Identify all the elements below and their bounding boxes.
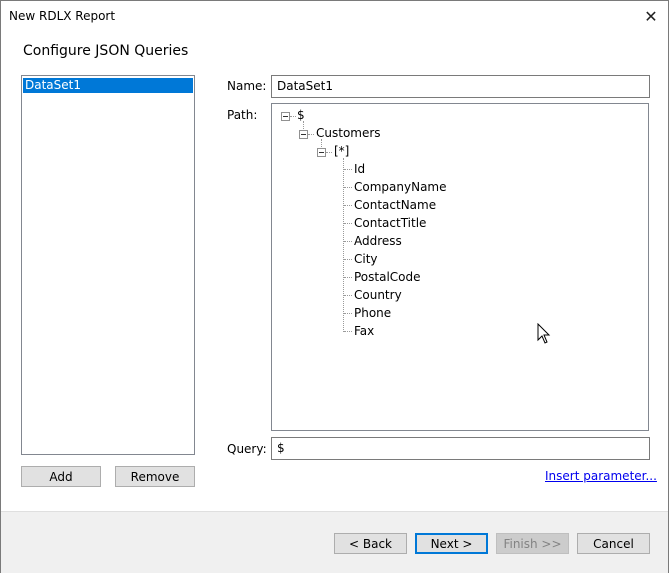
title-bar: New RDLX Report ✕ — [1, 1, 668, 31]
collapse-icon[interactable] — [317, 148, 326, 157]
tree-node-array[interactable]: [*] — [334, 144, 349, 158]
remove-button[interactable]: Remove — [115, 466, 195, 487]
tree-node-root[interactable]: $ — [297, 108, 305, 122]
tree-connector — [343, 158, 344, 332]
mouse-cursor-icon — [537, 323, 551, 344]
tree-node-field[interactable]: PostalCode — [354, 270, 421, 284]
dialog-window: New RDLX Report ✕ Configure JSON Queries… — [0, 0, 669, 573]
window-title: New RDLX Report — [9, 9, 116, 23]
tree-connector — [344, 277, 352, 278]
tree-connector — [344, 259, 352, 260]
tree-connector — [344, 205, 352, 206]
page-heading: Configure JSON Queries — [23, 43, 189, 59]
tree-node-field[interactable]: Address — [354, 234, 402, 248]
insert-parameter-link[interactable]: Insert parameter... — [545, 469, 657, 483]
query-input[interactable]: $ — [271, 437, 650, 460]
query-label: Query: — [227, 442, 267, 456]
tree-node-customers[interactable]: Customers — [316, 126, 381, 140]
collapse-icon[interactable] — [281, 112, 290, 121]
tree-connector — [290, 116, 296, 117]
finish-button: Finish >> — [496, 533, 569, 554]
close-icon: ✕ — [644, 6, 658, 26]
tree-connector — [344, 295, 352, 296]
tree-node-field[interactable]: ContactName — [354, 198, 436, 212]
tree-connector — [326, 152, 332, 153]
next-button[interactable]: Next > — [415, 533, 488, 554]
dataset-list[interactable]: DataSet1 — [21, 75, 195, 455]
name-label: Name: — [227, 79, 267, 93]
tree-connector — [344, 331, 352, 332]
tree-connector — [344, 241, 352, 242]
tree-node-field[interactable]: Phone — [354, 306, 391, 320]
name-input[interactable]: DataSet1 — [271, 75, 650, 98]
tree-node-field[interactable]: ContactTitle — [354, 216, 426, 230]
path-label: Path: — [227, 108, 258, 122]
tree-node-field[interactable]: Id — [354, 162, 365, 176]
tree-connector — [344, 313, 352, 314]
collapse-icon[interactable] — [299, 130, 308, 139]
tree-connector — [308, 134, 314, 135]
close-button[interactable]: ✕ — [634, 1, 668, 31]
tree-connector — [344, 187, 352, 188]
tree-node-field[interactable]: Country — [354, 288, 402, 302]
cancel-button[interactable]: Cancel — [577, 533, 650, 554]
path-tree[interactable]: $ Customers [*] Id CompanyName ContactNa… — [271, 103, 649, 431]
tree-connector — [344, 169, 352, 170]
back-button[interactable]: < Back — [334, 533, 407, 554]
tree-connector — [344, 223, 352, 224]
tree-node-field[interactable]: Fax — [354, 324, 374, 338]
add-button[interactable]: Add — [21, 466, 101, 487]
tree-node-field[interactable]: CompanyName — [354, 180, 447, 194]
dataset-list-item[interactable]: DataSet1 — [23, 78, 193, 93]
button-bar: < Back Next > Finish >> Cancel — [1, 511, 668, 573]
tree-node-field[interactable]: City — [354, 252, 378, 266]
